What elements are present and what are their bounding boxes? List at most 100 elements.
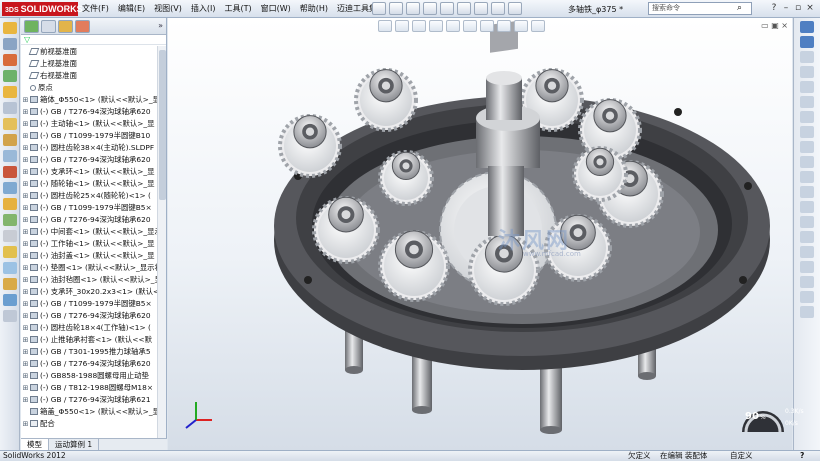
exploded-view-icon[interactable] (3, 198, 17, 210)
expand-icon[interactable]: ⊞ (21, 238, 30, 250)
tree-item[interactable]: ⊞上视基准面 (21, 58, 166, 70)
fillet-icon[interactable] (800, 156, 814, 168)
insert-component-icon[interactable] (3, 38, 17, 50)
expand-icon[interactable]: ⊞ (21, 382, 30, 394)
tree-item[interactable]: ⊞ (-) 中间套<1> (默认<<默认>_显示 (21, 226, 166, 238)
close-icon[interactable]: × (804, 3, 816, 14)
previous-view-icon[interactable] (412, 20, 426, 32)
tab-motion-study[interactable]: 运动算例 1 (49, 439, 100, 450)
quick-snaps-icon[interactable] (800, 291, 814, 303)
tab-model[interactable]: 模型 (21, 439, 49, 450)
scrollbar-thumb[interactable] (159, 50, 166, 200)
tree-item[interactable]: ⊞ (-) GB / T812-1988圆螺母M18× (21, 382, 166, 394)
offset-icon[interactable] (800, 216, 814, 228)
minimize-icon[interactable]: – (780, 3, 792, 14)
expand-icon[interactable]: ⊞ (21, 118, 30, 130)
new-icon[interactable] (372, 2, 386, 15)
zoom-to-fit-icon[interactable] (378, 20, 392, 32)
smart-dimension-icon[interactable] (800, 36, 814, 48)
restore-icon[interactable]: ▫ (792, 3, 804, 14)
clearance-icon[interactable] (3, 246, 17, 258)
move-entities-icon[interactable] (800, 246, 814, 258)
expand-icon[interactable]: ⊞ (21, 250, 30, 262)
tree-item[interactable]: ⊞ (-) 圆柱齿轮38×4(主动轮).SLDPF (21, 142, 166, 154)
tree-item[interactable]: ⊞ (-) 垫圈<1> (默认<<默认>_显示状 (21, 262, 166, 274)
graphics-area[interactable]: ▭ ▣ × 沐风网 www.mfcad.com (168, 18, 792, 450)
tree-item[interactable]: ⊞前视基准面 (21, 46, 166, 58)
tree-item[interactable]: ⊞ (-) GB / T1099-1979半圆键B10 (21, 130, 166, 142)
expand-icon[interactable]: ⊞ (21, 274, 30, 286)
expand-icon[interactable]: ⊞ (21, 106, 30, 118)
menu-edit[interactable]: 编辑(E) (118, 3, 145, 14)
tree-item[interactable]: ⊞原点 (21, 82, 166, 94)
arc-icon[interactable] (800, 96, 814, 108)
expand-icon[interactable]: ⊞ (21, 418, 30, 430)
line-icon[interactable] (800, 51, 814, 63)
view-settings-icon[interactable] (531, 20, 545, 32)
point-icon[interactable] (800, 171, 814, 183)
sketch-icon[interactable] (800, 21, 814, 33)
menu-file[interactable]: 文件(F) (82, 3, 109, 14)
tree-item[interactable]: ⊞右视基准面 (21, 70, 166, 82)
tree-item[interactable]: ⊞ (-) 支承环<1> (默认<<默认>_显 (21, 166, 166, 178)
search-icon[interactable]: ⌕ (737, 3, 742, 13)
expand-icon[interactable]: ⊞ (21, 262, 30, 274)
bill-of-materials-icon[interactable] (3, 182, 17, 194)
apply-scene-icon[interactable] (514, 20, 528, 32)
tree-item[interactable]: ⊞ (-) 随轮轴<1> (默认<<默认>_显 (21, 178, 166, 190)
expand-icon[interactable]: ⊞ (21, 286, 30, 298)
hide-show-items-icon[interactable] (480, 20, 494, 32)
mate-icon[interactable] (3, 54, 17, 66)
menu-view[interactable]: 视图(V) (154, 3, 182, 14)
interference-icon[interactable] (3, 230, 17, 242)
tree-item[interactable]: ⊞ (-) GB858-1988圆螺母用止动垫 (21, 370, 166, 382)
instant3d-icon[interactable] (3, 278, 17, 290)
snapshot-icon[interactable] (3, 310, 17, 322)
filter-icon[interactable]: ▽ (21, 35, 166, 45)
menu-tools[interactable]: 工具(T) (224, 3, 251, 14)
options-icon[interactable] (508, 2, 522, 15)
trim-icon[interactable] (800, 201, 814, 213)
tree-item[interactable]: ⊞ (-) GB / T1099-1979半圆键B5× (21, 202, 166, 214)
smart-fasteners-icon[interactable] (3, 86, 17, 98)
expand-icon[interactable]: ⊞ (21, 178, 30, 190)
expand-icon[interactable]: ⊞ (21, 166, 30, 178)
ellipse-icon[interactable] (800, 141, 814, 153)
expand-icon[interactable]: ⊞ (21, 370, 30, 382)
tree-item[interactable]: ⊞ (-) 止推轴承衬套<1> (默认<<默 (21, 334, 166, 346)
linear-pattern-icon[interactable] (3, 70, 17, 82)
tree-item[interactable]: ⊞ (-) 油封毡圈<1> (默认<<默认>_显 (21, 274, 166, 286)
expand-icon[interactable]: ⊞ (21, 202, 30, 214)
select-icon[interactable] (457, 2, 471, 15)
hole-alignment-icon[interactable] (3, 262, 17, 274)
expand-icon[interactable]: ⊞ (21, 190, 30, 202)
save-icon[interactable] (406, 2, 420, 15)
tree-item[interactable]: ⊞ (-) 工作轴<1> (默认<<默认>_显 (21, 238, 166, 250)
tree-item[interactable]: ⊞箱盖_Φ550<1> (默认<<默认>_显 (21, 406, 166, 418)
expand-icon[interactable]: ⊞ (21, 142, 30, 154)
tab-property-manager[interactable] (41, 20, 56, 33)
display-style-icon[interactable] (463, 20, 477, 32)
expand-icon[interactable]: ⊞ (21, 334, 30, 346)
status-units[interactable]: 自定义 (730, 451, 753, 461)
view-orientation-icon[interactable] (446, 20, 460, 32)
explode-line-icon[interactable] (3, 214, 17, 226)
expand-icon[interactable]: ⊞ (21, 94, 30, 106)
file-properties-icon[interactable] (491, 2, 505, 15)
tree-item[interactable]: ⊞ (-) GB / T276-94深沟球轴承621 (21, 394, 166, 406)
expand-icon[interactable]: ⊞ (21, 346, 30, 358)
expand-icon[interactable]: ⊞ (21, 358, 30, 370)
tree-item[interactable]: ⊞ (-) 支承环_30x20.2x3<1> (默认< (21, 286, 166, 298)
expand-icon[interactable]: ⊞ (21, 154, 30, 166)
tree-item[interactable]: ⊞ (-) GB / T276-94深沟球轴承620 (21, 106, 166, 118)
new-motion-study-icon[interactable] (3, 166, 17, 178)
edit-component-icon[interactable] (3, 22, 17, 34)
menu-insert[interactable]: 插入(I) (191, 3, 216, 14)
assembly-features-icon[interactable] (3, 134, 17, 146)
expand-icon[interactable]: ⊞ (21, 130, 30, 142)
expand-icon[interactable]: ⊞ (21, 394, 30, 406)
tab-feature-tree[interactable] (24, 20, 39, 33)
rectangle-icon[interactable] (800, 66, 814, 78)
section-view-icon[interactable] (429, 20, 443, 32)
tree-item[interactable]: ⊞ (-) 圆柱齿轮18×4(工作轴)<1> ( (21, 322, 166, 334)
